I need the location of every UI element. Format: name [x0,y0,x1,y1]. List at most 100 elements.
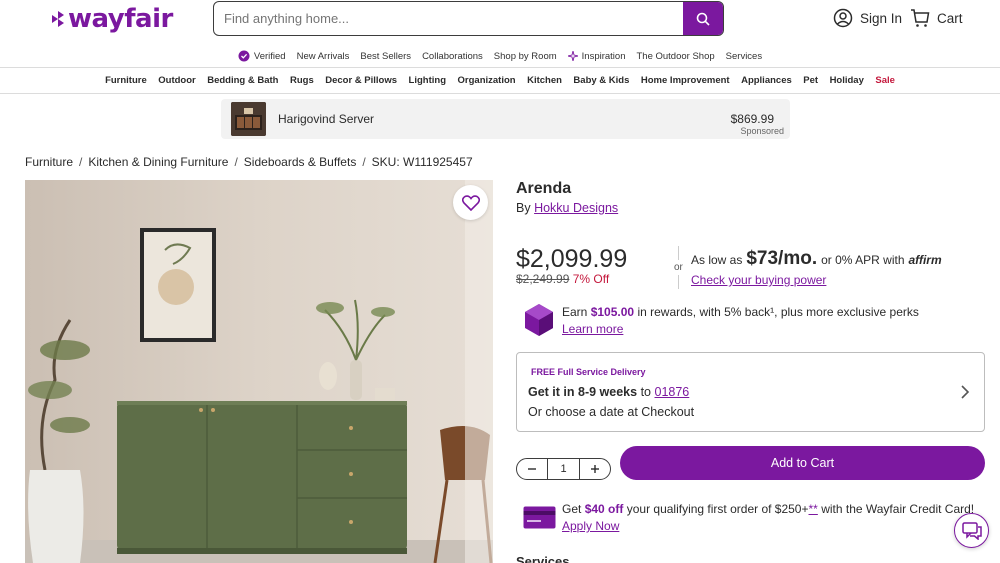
search-button[interactable] [683,2,723,35]
plus-icon [591,465,599,473]
credit-card-offer: Get $40 off your qualifying first order … [562,502,974,516]
or-label: or [674,262,683,273]
add-to-cart-button[interactable]: Add to Cart [620,446,985,480]
sign-in-label: Sign In [860,10,903,26]
heart-icon [461,194,480,211]
was-price: $2,249.99 [516,272,570,286]
breadcrumb-furniture[interactable]: Furniture [25,155,73,169]
eta-weeks: 8-9 weeks [578,385,638,399]
product-byline: By Hokku Designs [516,201,618,215]
category-outdoor[interactable]: Outdoor [158,75,195,86]
zip-code-link[interactable]: 01876 [655,385,690,399]
rewards-prefix: Earn [562,305,588,319]
breadcrumb-separator: / [79,155,83,169]
product-title: Arenda [516,180,572,197]
rewards-cube-icon [525,304,553,336]
eta-prefix: Get it in [528,385,575,399]
quantity-value[interactable]: 1 [547,458,580,480]
services-heading: Services [516,554,570,563]
util-nav-label: Inspiration [581,50,626,62]
sponsored-banner[interactable]: Harigovind Server $869.99 Sponsored [221,99,790,139]
decrease-quantity-button[interactable] [517,458,547,480]
logo-text: wayfair [68,4,173,34]
util-nav-shop-by-room[interactable]: Shop by Room [494,48,557,64]
discount-label: 7% Off [572,272,610,286]
cart-button[interactable]: Cart [910,8,963,28]
free-delivery-label: FREE Full Service Delivery [531,367,646,377]
account-icon [833,8,853,28]
chat-icon [961,521,982,540]
category-home-improvement[interactable]: Home Improvement [641,75,730,86]
product-image[interactable] [25,180,493,563]
credit-middle: your qualifying first order of $250+ [626,502,809,516]
breadcrumb-sku: SKU: W111925457 [371,155,473,169]
breadcrumb-separator: / [234,155,238,169]
cart-label: Cart [937,10,963,26]
rewards-amount: $105.00 [590,305,635,319]
credit-card-icon [523,506,556,529]
sparkle-icon [567,51,578,61]
category-decor-pillows[interactable]: Decor & Pillows [325,75,397,86]
category-kitchen[interactable]: Kitchen [527,75,562,86]
verified-badge-icon [238,50,250,62]
category-rugs[interactable]: Rugs [290,75,314,86]
category-baby-kids[interactable]: Baby & Kids [573,75,629,86]
util-nav-outdoor-shop[interactable]: The Outdoor Shop [636,48,714,64]
banner-product-thumbnail [231,102,266,136]
apply-now-link[interactable]: Apply Now [562,519,619,533]
credit-amount: $40 off [584,502,624,516]
category-bedding-bath[interactable]: Bedding & Bath [207,75,278,86]
check-buying-power-link[interactable]: Check your buying power [691,273,826,287]
util-nav-new-arrivals[interactable]: New Arrivals [297,48,350,64]
banner-price: $869.99 [730,112,774,126]
pinwheel-icon [52,11,64,27]
delivery-card[interactable]: FREE Full Service Delivery Get it in 8-9… [516,352,985,432]
search-bar [213,1,724,36]
delivery-eta: Get it in 8-9 weeks to 01876 [528,385,689,399]
site-header: wayfair Sign In Cart [0,0,1000,40]
cart-icon [911,9,930,27]
quantity-stepper: 1 [516,458,611,480]
category-sale[interactable]: Sale [875,75,895,86]
util-nav-inspiration[interactable]: Inspiration [567,48,626,64]
category-pet[interactable]: Pet [803,75,818,86]
util-nav-best-sellers[interactable]: Best Sellers [360,48,411,64]
credit-suffix: with the Wayfair Credit Card! [821,502,975,516]
affirm-logo: affirm [908,253,942,267]
wayfair-logo[interactable]: wayfair [50,4,173,34]
monthly-price: $73/mo. [746,248,818,269]
eta-to: to [640,385,652,399]
breadcrumb-separator: / [362,155,366,169]
category-organization[interactable]: Organization [458,75,516,86]
breadcrumb-sideboards[interactable]: Sideboards & Buffets [244,155,357,169]
sign-in-button[interactable]: Sign In [833,8,902,28]
util-nav-services[interactable]: Services [726,48,762,64]
sponsored-label: Sponsored [740,126,784,136]
util-nav-label: Verified [253,50,286,62]
search-input[interactable] [214,2,683,35]
apr-label: or 0% APR with [821,253,905,267]
category-nav: Furniture Outdoor Bedding & Bath Rugs De… [0,67,1000,94]
credit-footnote-link[interactable]: ** [809,502,818,516]
banner-product-name: Harigovind Server [278,112,375,126]
breadcrumb-kitchen-dining[interactable]: Kitchen & Dining Furniture [88,155,228,169]
chat-button[interactable] [954,513,989,548]
util-nav-collaborations[interactable]: Collaborations [422,48,483,64]
learn-more-link[interactable]: Learn more [562,322,623,336]
brand-link[interactable]: Hokku Designs [534,201,618,215]
rewards-suffix: in rewards, with 5% back¹, plus more exc… [637,305,919,319]
util-nav-verified[interactable]: Verified [238,48,286,64]
add-to-favorites-button[interactable] [453,185,488,220]
financing-offer: As low as $73/mo. or 0% APR with affirm [691,248,942,270]
choose-date-text: Or choose a date at Checkout [528,405,695,419]
current-price: $2,099.99 [516,245,628,273]
category-holiday[interactable]: Holiday [830,75,864,86]
chevron-right-icon [961,385,970,399]
category-lighting[interactable]: Lighting [409,75,446,86]
by-label: By [516,201,531,215]
category-furniture[interactable]: Furniture [105,75,147,86]
minus-icon [528,468,536,470]
category-appliances[interactable]: Appliances [741,75,792,86]
increase-quantity-button[interactable] [580,458,610,480]
credit-prefix: Get [562,502,582,516]
